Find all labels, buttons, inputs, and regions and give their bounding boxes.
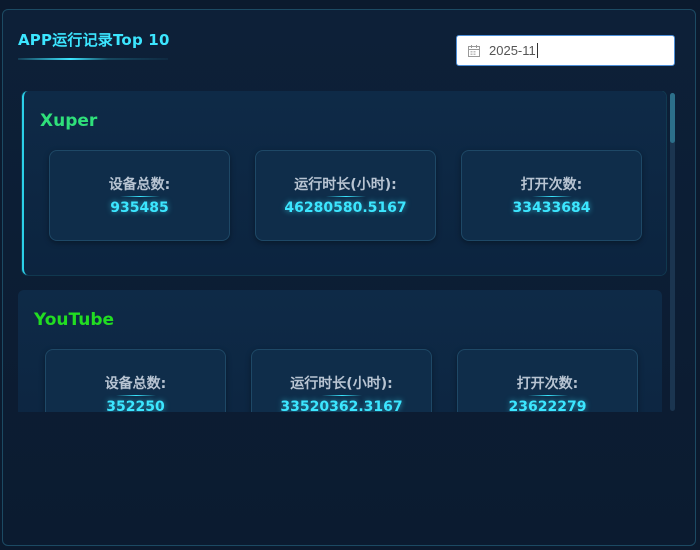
calendar-icon bbox=[467, 44, 481, 58]
stat-label: 运行时长(小时): bbox=[294, 177, 397, 193]
app-name: Xuper bbox=[40, 111, 98, 131]
app-name: YouTube bbox=[34, 310, 115, 330]
stat-device-total: 设备总数: 352250 bbox=[45, 349, 226, 412]
app-list-scroll-area[interactable]: Xuper 设备总数: 935485 运行时长(小时): 46280580.51… bbox=[18, 91, 678, 412]
stat-divider bbox=[325, 196, 366, 197]
stat-value: 33433684 bbox=[512, 200, 591, 216]
stat-label: 运行时长(小时): bbox=[290, 376, 393, 392]
month-value: 2025-11 bbox=[489, 43, 536, 58]
stat-divider bbox=[119, 196, 160, 197]
stat-device-total: 设备总数: 935485 bbox=[49, 150, 230, 241]
stat-divider bbox=[527, 395, 568, 396]
app-card[interactable]: YouTube 设备总数: 352250 运行时长(小时): 33520362.… bbox=[18, 290, 662, 412]
stat-value: 46280580.5167 bbox=[284, 200, 407, 216]
stat-divider bbox=[531, 196, 572, 197]
stat-value: 33520362.3167 bbox=[280, 399, 403, 412]
stat-label: 打开次数: bbox=[520, 177, 583, 193]
stat-run-hours: 运行时长(小时): 46280580.5167 bbox=[255, 150, 436, 241]
stat-label: 设备总数: bbox=[104, 376, 167, 392]
stat-open-count: 打开次数: 33433684 bbox=[461, 150, 642, 241]
stat-value: 935485 bbox=[110, 200, 169, 216]
stat-value: 23622279 bbox=[508, 399, 587, 412]
stat-divider bbox=[115, 395, 156, 396]
text-caret bbox=[536, 43, 538, 58]
stat-label: 设备总数: bbox=[108, 177, 171, 193]
stat-label: 打开次数: bbox=[516, 376, 579, 392]
stat-open-count: 打开次数: 23622279 bbox=[457, 349, 638, 412]
title-underline bbox=[18, 58, 168, 60]
panel-title: APP运行记录Top 10 bbox=[18, 31, 170, 49]
scrollbar-thumb[interactable] bbox=[670, 93, 675, 143]
stat-value: 352250 bbox=[106, 399, 165, 412]
stat-run-hours: 运行时长(小时): 33520362.3167 bbox=[251, 349, 432, 412]
app-card[interactable]: Xuper 设备总数: 935485 运行时长(小时): 46280580.51… bbox=[22, 91, 666, 275]
month-picker-input[interactable]: 2025-11 bbox=[456, 35, 675, 66]
stat-divider bbox=[321, 395, 362, 396]
